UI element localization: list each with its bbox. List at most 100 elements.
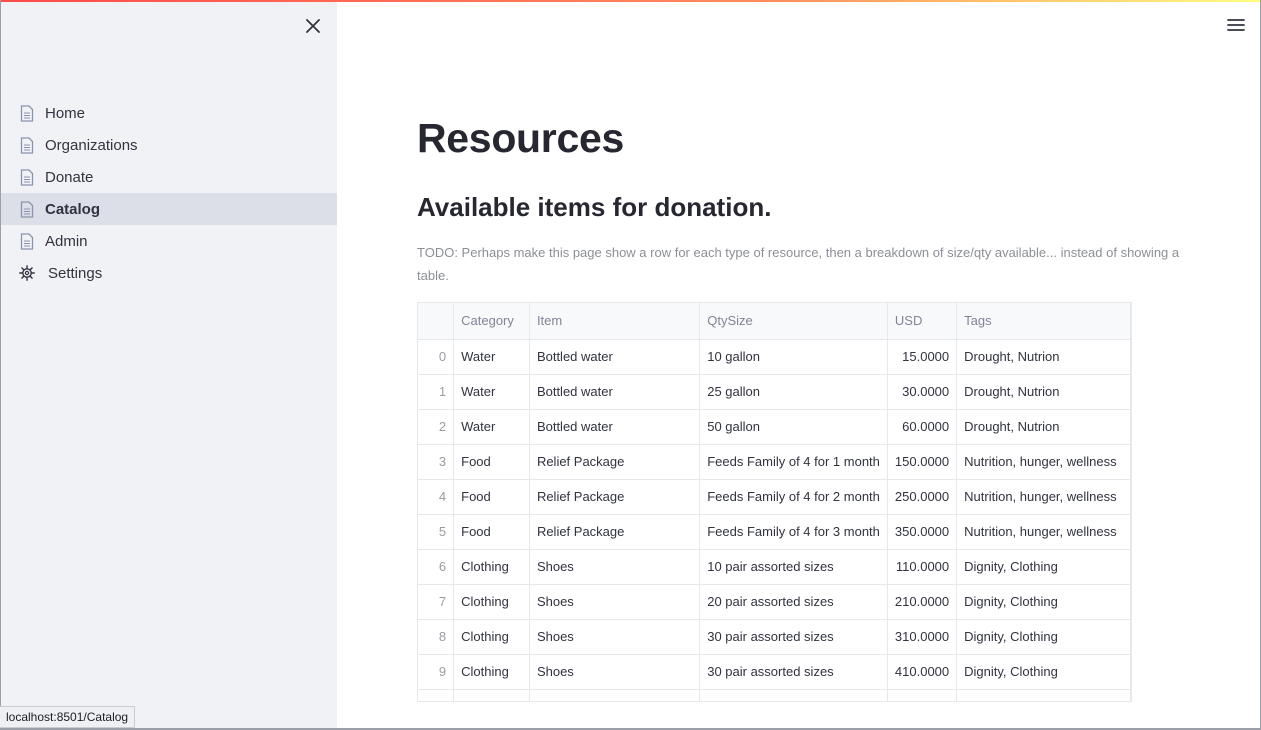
cell-index[interactable]: 3 <box>418 444 455 480</box>
cell-usd[interactable]: 310.0000 <box>887 619 958 655</box>
cell-index[interactable]: 6 <box>418 549 455 585</box>
main-menu-button[interactable] <box>1225 14 1247 36</box>
cell-index[interactable]: 0 <box>418 339 455 375</box>
cell-item[interactable]: Bottled water <box>529 374 701 410</box>
cell-item[interactable]: Shoes <box>529 549 701 585</box>
cell-item[interactable]: Bottled water <box>529 409 701 445</box>
cell-qtysize[interactable]: 10 gallon <box>699 339 888 375</box>
cell-category[interactable]: Food <box>453 444 530 480</box>
cell-qtysize[interactable]: Feeds Family of 4 for 1 month <box>699 444 888 480</box>
window-border-left <box>0 0 1 730</box>
cell-category[interactable]: Water <box>453 409 530 445</box>
cell-item[interactable]: Relief Package <box>529 479 701 515</box>
cell-item[interactable]: Shoes <box>529 584 701 620</box>
column-header-category[interactable]: Category <box>453 303 530 340</box>
table-row: 0 Water Bottled water 10 gallon 15.0000 Droug… <box>418 339 1131 375</box>
cell-index[interactable]: 1 <box>418 374 455 410</box>
cell-usd[interactable]: 250.0000 <box>887 479 958 515</box>
cell-index[interactable]: 7 <box>418 584 455 620</box>
cell-usd[interactable]: 210.0000 <box>887 584 958 620</box>
page-icon <box>19 168 35 186</box>
cell-qtysize[interactable]: 20 pair assorted sizes <box>699 584 888 620</box>
cell-usd[interactable]: 15.0000 <box>887 339 958 375</box>
top-decoration-bar <box>0 0 1261 2</box>
cell-empty <box>418 689 455 701</box>
close-sidebar-button[interactable] <box>302 15 324 37</box>
column-header-qtysize[interactable]: QtySize <box>699 303 888 340</box>
cell-category[interactable]: Clothing <box>453 549 530 585</box>
sidebar-item-label: Home <box>45 104 86 122</box>
sidebar-item-organizations[interactable]: Organizations <box>0 129 337 161</box>
cell-tags[interactable]: Drought, Nutrion <box>956 374 1131 410</box>
cell-usd[interactable]: 60.0000 <box>887 409 958 445</box>
cell-category[interactable]: Clothing <box>453 619 530 655</box>
cell-item[interactable]: Shoes <box>529 654 701 690</box>
cell-qtysize[interactable]: 30 pair assorted sizes <box>699 619 888 655</box>
page-icon <box>19 200 35 218</box>
cell-tags[interactable]: Nutrition, hunger, wellness <box>956 444 1131 480</box>
page-title: Resources <box>417 115 624 161</box>
cell-qtysize[interactable]: Feeds Family of 4 for 2 month <box>699 479 888 515</box>
gear-icon <box>19 264 35 282</box>
column-header-index[interactable] <box>418 303 455 340</box>
sidebar-item-home[interactable]: Home <box>0 97 337 129</box>
cell-qtysize[interactable]: 50 gallon <box>699 409 888 445</box>
cell-tags[interactable]: Drought, Nutrion <box>956 339 1131 375</box>
table-header-row: Category Item QtySize USD Tags <box>418 303 1131 340</box>
sidebar: Home Organizations Donate Catalog Admin <box>0 0 337 730</box>
cell-item[interactable]: Shoes <box>529 619 701 655</box>
table-row: 1 Water Bottled water 25 gallon 30.0000 Droug… <box>418 374 1131 410</box>
cell-qtysize[interactable]: 30 pair assorted sizes <box>699 654 888 690</box>
column-header-tags[interactable]: Tags <box>956 303 1131 340</box>
cell-index[interactable]: 9 <box>418 654 455 690</box>
resources-table[interactable]: Category Item QtySize USD Tags 0 Water Bot… <box>417 302 1132 702</box>
table-row: 2 Water Bottled water 50 gallon 60.0000 Droug… <box>418 409 1131 445</box>
cell-category[interactable]: Water <box>453 339 530 375</box>
cell-usd[interactable]: 150.0000 <box>887 444 958 480</box>
table-row: 8 Clothing Shoes 30 pair assorted sizes 310.… <box>418 619 1131 655</box>
table-row: 4 Food Relief Package Feeds Family of 4 for… <box>418 479 1131 515</box>
todo-note: TODO: Perhaps make this page show a row … <box>417 245 1180 283</box>
cell-tags[interactable]: Drought, Nutrion <box>956 409 1131 445</box>
cell-tags[interactable]: Dignity, Clothing <box>956 584 1131 620</box>
column-header-usd[interactable]: USD <box>887 303 958 340</box>
sidebar-item-donate[interactable]: Donate <box>0 161 337 193</box>
cell-tags[interactable]: Nutrition, hunger, wellness <box>956 479 1131 515</box>
cell-tags[interactable]: Dignity, Clothing <box>956 619 1131 655</box>
sidebar-item-admin[interactable]: Admin <box>0 225 337 257</box>
sidebar-nav: Home Organizations Donate Catalog Admin <box>0 97 337 289</box>
cell-index[interactable]: 5 <box>418 514 455 550</box>
cell-category[interactable]: Clothing <box>453 584 530 620</box>
cell-item[interactable]: Relief Package <box>529 514 701 550</box>
cell-usd[interactable]: 30.0000 <box>887 374 958 410</box>
cell-tags[interactable]: Dignity, Clothing <box>956 654 1131 690</box>
cell-qtysize[interactable]: 10 pair assorted sizes <box>699 549 888 585</box>
sidebar-item-catalog[interactable]: Catalog <box>0 193 337 225</box>
cell-item[interactable]: Bottled water <box>529 339 701 375</box>
table-row-cutoff <box>418 689 1131 701</box>
cell-category[interactable]: Clothing <box>453 654 530 690</box>
cell-tags[interactable]: Dignity, Clothing <box>956 549 1131 585</box>
sidebar-item-label: Organizations <box>45 136 138 154</box>
page-icon <box>19 104 35 122</box>
table-row: 3 Food Relief Package Feeds Family of 4 for… <box>418 444 1131 480</box>
cell-index[interactable]: 8 <box>418 619 455 655</box>
cell-item[interactable]: Relief Package <box>529 444 701 480</box>
page-icon <box>19 136 35 154</box>
status-url-tooltip: localhost:8501/Catalog <box>0 706 136 728</box>
cell-category[interactable]: Water <box>453 374 530 410</box>
cell-qtysize[interactable]: 25 gallon <box>699 374 888 410</box>
cell-index[interactable]: 2 <box>418 409 455 445</box>
column-header-item[interactable]: Item <box>529 303 701 340</box>
sidebar-item-settings[interactable]: Settings <box>0 257 337 289</box>
table-row: 9 Clothing Shoes 30 pair assorted sizes 410.… <box>418 654 1131 690</box>
cell-category[interactable]: Food <box>453 479 530 515</box>
cell-qtysize[interactable]: Feeds Family of 4 for 3 month <box>699 514 888 550</box>
cell-usd[interactable]: 110.0000 <box>887 549 958 585</box>
cell-usd[interactable]: 350.0000 <box>887 514 958 550</box>
cell-index[interactable]: 4 <box>418 479 455 515</box>
cell-category[interactable]: Food <box>453 514 530 550</box>
close-icon <box>306 19 320 33</box>
cell-tags[interactable]: Nutrition, hunger, wellness <box>956 514 1131 550</box>
cell-usd[interactable]: 410.0000 <box>887 654 958 690</box>
